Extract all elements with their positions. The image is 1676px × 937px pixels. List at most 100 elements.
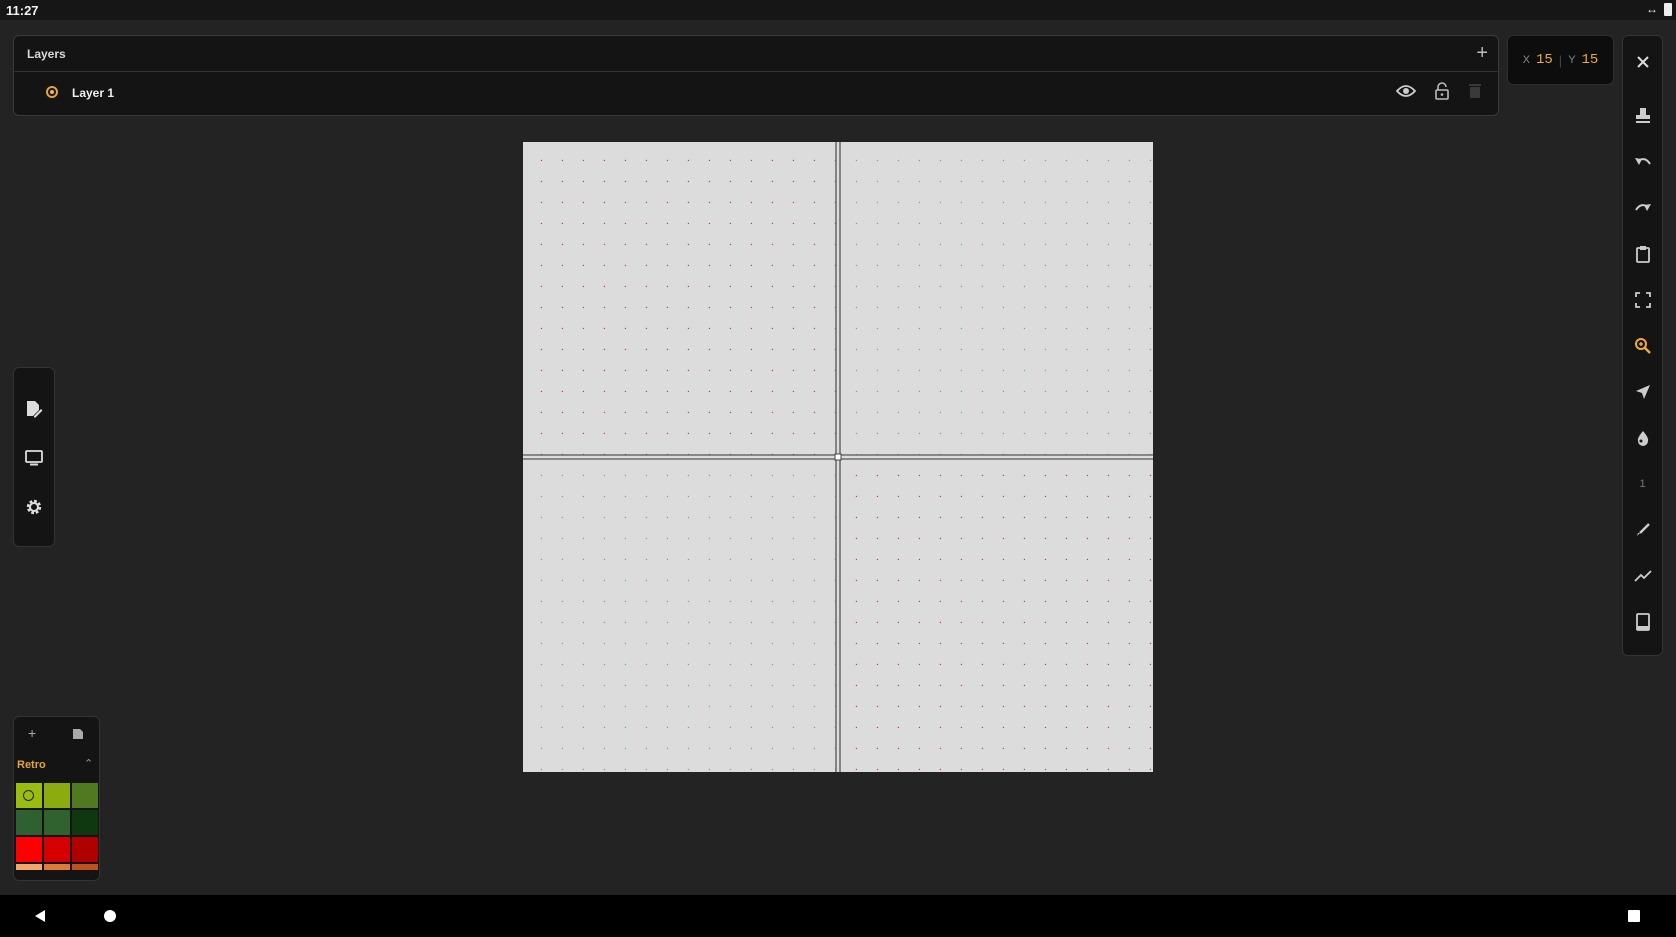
grid-dot — [960, 390, 963, 393]
add-layer-button[interactable]: + — [1476, 41, 1488, 65]
recents-icon[interactable] — [1626, 895, 1642, 937]
settings-icon[interactable] — [14, 491, 54, 523]
stamp-icon[interactable] — [1623, 99, 1662, 131]
active-layer-radio[interactable] — [46, 86, 58, 98]
grid-dot — [876, 264, 879, 267]
undo-icon[interactable] — [1623, 146, 1662, 178]
grid-dot — [876, 558, 879, 561]
clipboard-icon[interactable] — [1623, 238, 1662, 270]
grid-dot — [960, 621, 963, 624]
add-color-button[interactable]: + — [28, 725, 36, 741]
grid-dot — [750, 642, 753, 645]
grid-dot — [603, 663, 606, 666]
grid-dot — [582, 558, 585, 561]
pen-icon[interactable] — [1623, 514, 1662, 546]
grid-dot — [813, 663, 816, 666]
grid-dot — [750, 285, 753, 288]
grid-dot — [1044, 579, 1047, 582]
grid-dot — [897, 537, 900, 540]
grid-dot — [960, 369, 963, 372]
send-icon[interactable] — [1623, 376, 1662, 408]
close-icon[interactable] — [1623, 46, 1662, 78]
save-palette-icon[interactable] — [72, 727, 84, 745]
grid-dot — [624, 726, 627, 729]
edit-document-icon[interactable] — [14, 393, 54, 425]
grid-dot — [897, 621, 900, 624]
color-swatch[interactable] — [72, 810, 98, 835]
zoom-icon[interactable] — [1623, 330, 1662, 362]
drop-icon[interactable] — [1623, 422, 1662, 454]
grid-dot — [1044, 159, 1047, 162]
color-swatch[interactable] — [16, 837, 42, 862]
grid-dot — [540, 243, 543, 246]
brush-size-indicator[interactable]: 1 — [1623, 468, 1662, 500]
grid-dot — [1086, 705, 1089, 708]
grid-dot — [708, 348, 711, 351]
color-swatch[interactable] — [16, 783, 42, 808]
grid-dot — [897, 705, 900, 708]
grid-dot — [708, 222, 711, 225]
tablet-icon[interactable] — [1623, 606, 1662, 638]
grid-dot — [582, 432, 585, 435]
pixel-grid[interactable] — [523, 142, 1153, 772]
collapse-chevron-icon[interactable]: ⌃ — [84, 757, 93, 770]
line-icon[interactable] — [1623, 560, 1662, 592]
palette-name[interactable]: Retro — [17, 759, 46, 771]
grid-dot — [1002, 306, 1005, 309]
color-swatch[interactable] — [44, 837, 70, 862]
delete-layer-icon[interactable] — [1468, 83, 1482, 99]
color-swatch[interactable] — [16, 864, 42, 870]
grid-dot — [708, 642, 711, 645]
grid-dot — [1002, 159, 1005, 162]
layer-row[interactable]: Layer 1 — [14, 72, 1498, 116]
grid-dot — [918, 768, 921, 771]
color-swatch[interactable] — [72, 837, 98, 862]
grid-dot — [1107, 684, 1110, 687]
grid-dot — [708, 600, 711, 603]
grid-dot — [582, 306, 585, 309]
grid-dot — [540, 222, 543, 225]
grid-dot — [687, 306, 690, 309]
color-swatch[interactable] — [16, 810, 42, 835]
grid-dot — [1128, 558, 1131, 561]
grid-dot — [708, 495, 711, 498]
grid-dot — [1065, 768, 1068, 771]
grid-dot — [750, 222, 753, 225]
grid-dot — [624, 264, 627, 267]
grid-dot — [1107, 537, 1110, 540]
home-icon[interactable] — [102, 895, 118, 937]
lock-icon[interactable] — [1434, 82, 1450, 100]
fullscreen-icon[interactable] — [1623, 284, 1662, 316]
back-icon[interactable] — [30, 895, 50, 937]
monitor-icon[interactable] — [14, 442, 54, 474]
grid-dot — [792, 285, 795, 288]
grid-dot — [1149, 684, 1152, 687]
grid-dot — [540, 474, 543, 477]
grid-dot — [918, 243, 921, 246]
drawing-canvas[interactable] — [523, 142, 1153, 772]
grid-dot — [960, 243, 963, 246]
color-swatch[interactable] — [72, 864, 98, 870]
color-swatch[interactable] — [44, 810, 70, 835]
grid-dot — [771, 495, 774, 498]
grid-dot — [603, 558, 606, 561]
color-swatch[interactable] — [44, 783, 70, 808]
grid-dot — [666, 390, 669, 393]
grid-dot — [687, 684, 690, 687]
grid-dot — [603, 600, 606, 603]
grid-dot — [645, 201, 648, 204]
grid-dot — [981, 285, 984, 288]
grid-dot — [1023, 768, 1026, 771]
grid-dot — [960, 642, 963, 645]
grid-dot — [981, 180, 984, 183]
grid-dot — [771, 327, 774, 330]
grid-dot — [960, 705, 963, 708]
grid-dot — [771, 516, 774, 519]
redo-icon[interactable] — [1623, 192, 1662, 224]
color-swatch[interactable] — [44, 864, 70, 870]
color-swatch[interactable] — [72, 783, 98, 808]
grid-dot — [1065, 495, 1068, 498]
grid-dot — [1002, 201, 1005, 204]
grid-dot — [1002, 621, 1005, 624]
visibility-eye-icon[interactable] — [1396, 84, 1416, 98]
